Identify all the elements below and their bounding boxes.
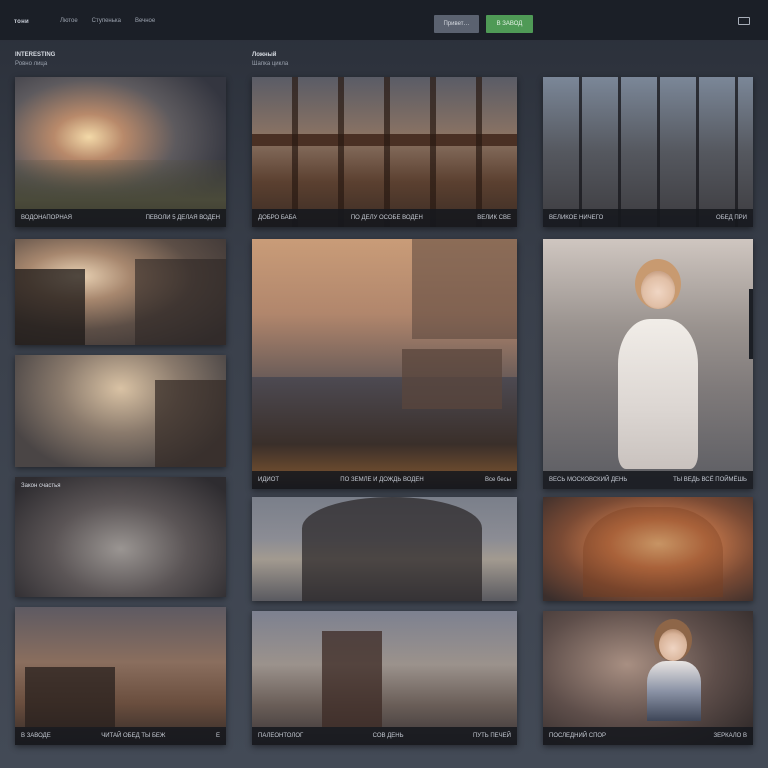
secondary-button[interactable]: Привет…	[434, 15, 479, 33]
card-caption: ИДИОТ ПО ЗЕМЛЕ И ДОЖДЬ ВОДЕН Все бесы	[252, 471, 517, 489]
gallery-card[interactable]: ВОДОНАПОРНАЯ ПЕВОЛИ 5 ДЕЛАЯ ВОДЕН	[15, 77, 226, 227]
card-artwork	[15, 477, 226, 597]
card-title: ДОБРО БАБА	[258, 215, 297, 221]
card-meta: ПО ЗЕМЛЕ И ДОЖДЬ ВОДЕН	[340, 477, 424, 483]
gallery-card[interactable]: ВЕСЬ МОСКОВСКИЙ ДЕНЬ ТЫ ВЕДЬ ВСЁ ПОЙМЁШЬ	[543, 239, 753, 489]
card-title: ВОДОНАПОРНАЯ	[21, 215, 72, 221]
card-meta: ОБЕД ПРИ	[716, 215, 747, 221]
gallery-card[interactable]: ДОБРО БАБА ПО ДЕЛУ ОСОБЕ ВОДЕН ВЕЛИК СВЕ	[252, 77, 517, 227]
card-meta: СОВ ДЕНЬ	[372, 733, 404, 739]
house-silhouette	[402, 349, 502, 409]
top-nav: Лютое Ступенька Вечное	[60, 18, 155, 24]
card-meta: ВЕЛИК СВЕ	[477, 215, 511, 221]
card-meta: Е	[215, 733, 220, 739]
card-title: ИДИОТ	[258, 477, 280, 483]
character-figure	[618, 319, 698, 469]
tower-silhouette	[322, 631, 382, 727]
side-tab[interactable]	[749, 289, 753, 359]
card-meta: ПО ДЕЛУ ОСОБЕ ВОДЕН	[350, 215, 423, 221]
card-caption: ДОБРО БАБА ПО ДЕЛУ ОСОБЕ ВОДЕН ВЕЛИК СВЕ	[252, 209, 517, 227]
card-meta: ПЕВОЛИ 5 ДЕЛАЯ ВОДЕН	[145, 215, 220, 221]
nav-item-2[interactable]: Ступенька	[92, 18, 121, 24]
gallery-card[interactable]: ПОСЛЕДНИЙ СПОР ЗЕРКАЛО В	[543, 611, 753, 745]
character-head	[641, 271, 675, 309]
arch-silhouette	[302, 497, 482, 601]
column-header-middle: Ложный Шапка цикла	[252, 52, 288, 67]
card-caption: ПОСЛЕДНИЙ СПОР ЗЕРКАЛО В	[543, 727, 753, 745]
card-caption: ВЕЛИКОЕ НИЧЕГО ОБЕД ПРИ	[543, 209, 753, 227]
ruins-silhouette	[155, 380, 226, 467]
gallery-card[interactable]: ВЕЛИКОЕ НИЧЕГО ОБЕД ПРИ	[543, 77, 753, 227]
card-caption: ВЕСЬ МОСКОВСКИЙ ДЕНЬ ТЫ ВЕДЬ ВСЁ ПОЙМЁШЬ	[543, 471, 753, 489]
column-subtitle: Ровно лица	[15, 61, 48, 67]
pavilion-silhouette	[583, 507, 723, 597]
nav-item-1[interactable]: Лютое	[60, 18, 78, 24]
gallery-card[interactable]: ПАЛЕОНТОЛОГ СОВ ДЕНЬ ПУТЬ ПЕЧЕЙ	[252, 611, 517, 745]
nav-item-3[interactable]: Вечное	[135, 18, 155, 24]
gallery-card[interactable]	[252, 497, 517, 601]
card-caption: В ЗАВОДЕ ЧИТАЙ ОБЕД ТЫ БЕЖ Е	[15, 727, 226, 745]
card-title: ВЕЛИКОЕ НИЧЕГО	[549, 215, 604, 221]
column-title: INTERESTING	[15, 52, 56, 58]
column-title: Ложный	[252, 52, 277, 58]
gallery-card[interactable]: Закон счастья	[15, 477, 226, 597]
app-brand: тони	[14, 19, 30, 25]
card-meta: ПУТЬ ПЕЧЕЙ	[472, 733, 511, 739]
card-title: ПАЛЕОНТОЛОГ	[258, 733, 304, 739]
card-title: ВЕСЬ МОСКОВСКИЙ ДЕНЬ	[549, 477, 628, 483]
castle-silhouette	[25, 667, 115, 727]
card-caption: ПАЛЕОНТОЛОГ СОВ ДЕНЬ ПУТЬ ПЕЧЕЙ	[252, 727, 517, 745]
card-caption: ВОДОНАПОРНАЯ ПЕВОЛИ 5 ДЕЛАЯ ВОДЕН	[15, 209, 226, 227]
tower-silhouette	[412, 239, 517, 339]
card-meta: ЗЕРКАЛО В	[713, 733, 747, 739]
character-figure	[647, 661, 701, 721]
gallery-card[interactable]: ИДИОТ ПО ЗЕМЛЕ И ДОЖДЬ ВОДЕН Все бесы	[252, 239, 517, 489]
card-artwork	[15, 77, 226, 227]
column-subtitle: Шапка цикла	[252, 61, 289, 67]
gallery-card[interactable]	[15, 239, 226, 345]
character-head	[659, 629, 687, 661]
card-meta: ЧИТАЙ ОБЕД ТЫ БЕЖ	[101, 733, 166, 739]
primary-button[interactable]: В ЗАВОД	[486, 15, 533, 33]
card-title: ПОСЛЕДНИЙ СПОР	[549, 733, 607, 739]
gallery-card[interactable]	[15, 355, 226, 467]
card-meta: ТЫ ВЕДЬ ВСЁ ПОЙМЁШЬ	[673, 477, 747, 483]
gallery-card[interactable]	[543, 497, 753, 601]
window-menu-icon[interactable]	[738, 17, 750, 25]
card-artwork	[252, 611, 517, 745]
top-bar: тони Лютое Ступенька Вечное Привет… В ЗА…	[0, 0, 768, 41]
column-header-left: INTERESTING Ровно лица	[15, 52, 55, 67]
card-meta: Все бесы	[484, 477, 511, 483]
card-overlay-label: Закон счастья	[21, 483, 61, 489]
gallery-card[interactable]: В ЗАВОДЕ ЧИТАЙ ОБЕД ТЫ БЕЖ Е	[15, 607, 226, 745]
ship-silhouette	[15, 269, 85, 345]
card-artwork	[543, 77, 753, 227]
card-artwork	[252, 77, 517, 227]
card-title: В ЗАВОДЕ	[21, 733, 51, 739]
building-silhouette	[135, 259, 226, 345]
